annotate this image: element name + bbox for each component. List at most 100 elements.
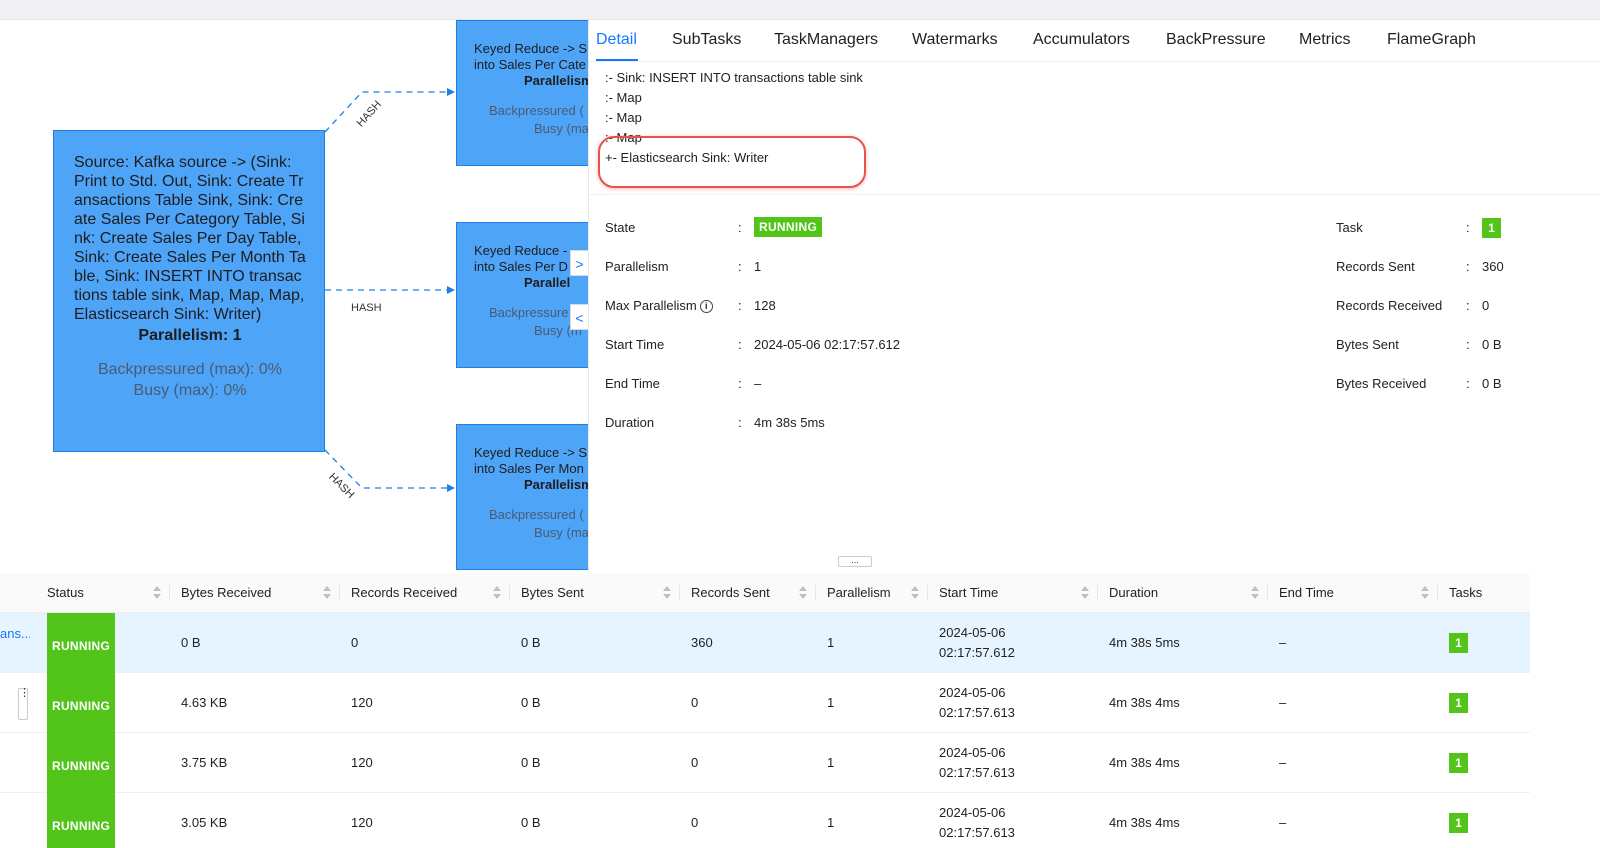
cell-start-date: 2024-05-06 (939, 685, 1006, 700)
cell-records-sent: 0 (691, 815, 699, 830)
sort-icon[interactable] (1081, 586, 1089, 600)
field-value: 4m 38s 5ms (754, 415, 825, 430)
job-graph[interactable]: HASH HASH HASH Source: Kafka source -> (… (0, 20, 588, 572)
field-colon: : (738, 376, 742, 391)
row-name-link[interactable]: ans... (0, 613, 30, 673)
column-header-label: Duration (1109, 585, 1159, 600)
field-value: 1 (754, 259, 762, 274)
cell-start-clock: 02:17:57.613 (939, 705, 1015, 720)
cell-duration: 4m 38s 4ms (1109, 755, 1180, 770)
active-tab-indicator (596, 59, 638, 61)
tab-subtasks[interactable]: SubTasks (672, 31, 741, 49)
column-divider (927, 585, 928, 601)
column-header-parallelism[interactable]: Parallelism (817, 573, 927, 613)
field-colon: : (738, 259, 742, 274)
status-badge: RUNNING (47, 673, 116, 739)
field-colon: : (1466, 220, 1470, 235)
field-colon: : (1466, 337, 1470, 352)
tab-metrics[interactable]: Metrics (1299, 31, 1351, 49)
field-colon: : (1466, 298, 1470, 313)
chevron-left-icon[interactable]: < (570, 304, 588, 330)
tab-accumulators[interactable]: Accumulators (1033, 31, 1130, 49)
sort-icon[interactable] (493, 586, 501, 600)
column-header-records-sent[interactable]: Records Sent (681, 573, 815, 613)
cell-records-received: 120 (351, 755, 373, 770)
column-header-end-time[interactable]: End Time (1269, 573, 1437, 613)
keyed-reduce-node-day[interactable]: Keyed Reduce - into Sales Per D Parallel… (456, 222, 588, 368)
column-header-label: Parallelism (827, 585, 891, 600)
task-count-badge: 1 (1449, 813, 1468, 833)
panel-resize-handle[interactable]: ... (838, 556, 872, 567)
table-row[interactable]: RUNNING 3.75 KB 120 0 B 0 1 2024-05-06 02… (0, 733, 1530, 799)
chevron-right-icon[interactable]: > (570, 250, 588, 276)
field-colon: : (738, 337, 742, 352)
task-count-badge: 1 (1449, 693, 1468, 713)
node-busy: Busy (max) (534, 121, 588, 136)
arrowhead-3 (447, 484, 455, 492)
column-divider (679, 585, 680, 601)
source-node[interactable]: Source: Kafka source -> (Sink: Print to … (53, 130, 325, 452)
table-row[interactable]: ⋮ RUNNING 4.63 KB 120 0 B 0 1 2024-05-06… (0, 673, 1530, 739)
sort-icon[interactable] (911, 586, 919, 600)
column-header-label: Status (47, 585, 84, 600)
column-divider (1097, 585, 1098, 601)
cell-bytes-received: 0 B (181, 635, 201, 650)
field-label: Start Time (605, 337, 665, 352)
cell-start-date: 2024-05-06 (939, 805, 1006, 820)
cell-parallelism: 1 (827, 695, 835, 710)
node-busy: Busy (max) (534, 525, 588, 540)
edge-label-hash-2: HASH (351, 302, 382, 314)
column-divider (815, 585, 816, 601)
field-value: 2024-05-06 02:17:57.612 (754, 337, 901, 352)
table-row[interactable]: RUNNING 3.05 KB 120 0 B 0 1 2024-05-06 02… (0, 793, 1530, 848)
tab-taskmanagers[interactable]: TaskManagers (774, 31, 878, 49)
column-divider (1267, 585, 1268, 601)
cell-start-clock: 02:17:57.612 (939, 645, 1015, 660)
column-header-bytes-received[interactable]: Bytes Received (171, 573, 339, 613)
sort-icon[interactable] (1421, 586, 1429, 600)
column-divider (169, 585, 170, 601)
sort-icon[interactable] (153, 586, 161, 600)
column-header-bytes-sent[interactable]: Bytes Sent (511, 573, 679, 613)
status-badge: RUNNING (47, 613, 116, 679)
column-header-records-received[interactable]: Records Received (341, 573, 509, 613)
cell-records-received: 0 (351, 635, 359, 650)
column-divider (339, 585, 340, 601)
node-title-line: Keyed Reduce -> S (474, 41, 588, 56)
cell-parallelism: 1 (827, 755, 835, 770)
table-row[interactable]: ans... RUNNING 0 B 0 0 B 360 1 2024-05-0… (0, 613, 1530, 679)
column-header-duration[interactable]: Duration (1099, 573, 1267, 613)
keyed-reduce-node-category[interactable]: Keyed Reduce -> S into Sales Per Cate Pa… (456, 20, 588, 166)
column-divider (1437, 585, 1438, 601)
cell-records-sent: 0 (691, 695, 699, 710)
column-header-start-time[interactable]: Start Time (929, 573, 1097, 613)
sort-icon[interactable] (799, 586, 807, 600)
cell-records-received: 120 (351, 695, 373, 710)
cell-bytes-received: 3.75 KB (181, 755, 228, 770)
column-header-status[interactable]: Status (37, 573, 169, 613)
cell-records-sent: 360 (691, 635, 713, 650)
column-header-label: End Time (1279, 585, 1334, 600)
cell-end-time: – (1279, 815, 1287, 830)
sort-icon[interactable] (1251, 586, 1259, 600)
cell-start-clock: 02:17:57.613 (939, 765, 1015, 780)
field-label: Records Received (1336, 298, 1443, 313)
field-value: 360 (1482, 259, 1504, 274)
column-header-label: Start Time (939, 585, 999, 600)
source-node-parallelism: Parallelism: 1 (138, 327, 242, 344)
node-title-line: Keyed Reduce -> S (474, 445, 588, 460)
column-resize-handle[interactable]: ⋮ (18, 688, 30, 720)
keyed-reduce-node-month[interactable]: Keyed Reduce -> S into Sales Per Mon Par… (456, 424, 588, 570)
tab-watermarks[interactable]: Watermarks (912, 31, 998, 49)
top-bar (0, 0, 1600, 20)
field-label: End Time (605, 376, 660, 391)
info-icon[interactable]: i (699, 300, 713, 313)
node-backpressured: Backpressured ( (489, 507, 584, 522)
sort-icon[interactable] (663, 586, 671, 600)
cell-duration: 4m 38s 4ms (1109, 695, 1180, 710)
tab-flamegraph[interactable]: FlameGraph (1387, 31, 1476, 49)
tab-backpressure[interactable]: BackPressure (1166, 31, 1266, 49)
sort-icon[interactable] (323, 586, 331, 600)
tab-detail[interactable]: Detail (596, 31, 637, 49)
field-value: 0 B (1482, 376, 1502, 391)
